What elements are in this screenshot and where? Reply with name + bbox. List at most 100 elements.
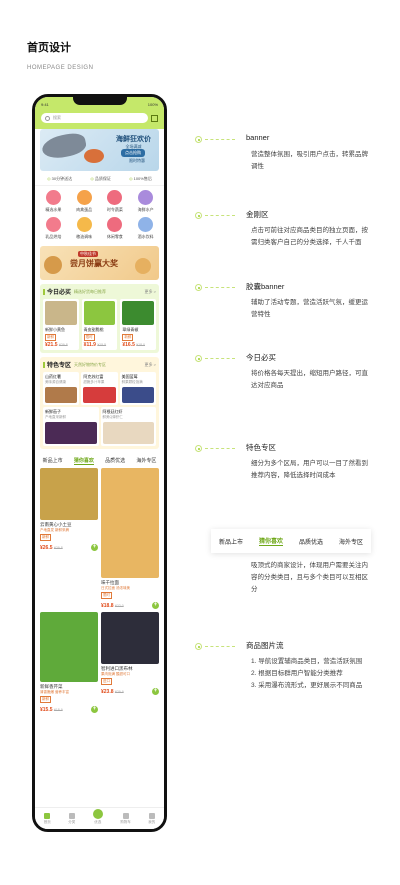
- add-to-cart-button[interactable]: +: [91, 706, 98, 713]
- daily-more-link[interactable]: 更多 >: [145, 289, 156, 295]
- goods-price: ¥18.8 ¥22.0 +: [101, 602, 159, 609]
- sticky-tab[interactable]: 品质优选: [299, 537, 323, 546]
- phone-notch: [73, 97, 127, 105]
- annotation-list-item: 1. 导航设置辅商品类目，营造活跃氛围: [251, 658, 363, 665]
- feature-cell-sub: 鲜果颗粒饱满: [121, 380, 143, 384]
- add-to-cart-button[interactable]: +: [91, 544, 98, 551]
- feature-cell[interactable]: 新鲜茄子 产地直采新鲜: [43, 407, 99, 446]
- goods-tab[interactable]: 猜你喜欢: [73, 457, 94, 465]
- sticky-tab-demo: 新品上市 猜你喜欢 品质优选 海外专区: [211, 529, 371, 553]
- product-name: 翠绿青椒: [122, 327, 139, 332]
- goods-tag: 限时: [101, 592, 112, 599]
- annotation-list: 1. 导航设置辅商品类目，营造活跃氛围 2. 根据目标群用户智能分类推荐 3. 采用…: [251, 656, 373, 692]
- sticky-tab[interactable]: 新品上市: [219, 537, 243, 546]
- add-to-cart-button[interactable]: +: [152, 602, 159, 609]
- goods-price-value: ¥15.5 ¥18.9: [40, 706, 63, 713]
- category-label: 时令蔬菜: [106, 207, 123, 212]
- feature-cell-image: [83, 387, 116, 403]
- category-icon: [45, 217, 61, 232]
- category-item[interactable]: 时令蔬菜: [100, 190, 131, 213]
- capsule-banner[interactable]: 中秋佳节 尝月饼赢大奖: [40, 246, 159, 280]
- category-icon: [107, 190, 123, 205]
- add-to-cart-button[interactable]: +: [152, 688, 159, 695]
- bottom-tabbar: 首页 分类 优选 购物车 我的: [35, 807, 164, 829]
- search-input[interactable]: 搜索: [41, 113, 148, 123]
- category-grid: 精选水果 肉禽蛋品 时令蔬菜 海鲜水产乳品烘焙 粮油调味 休闲零食 酒水饮料: [35, 186, 164, 242]
- feature-cell-image: [102, 422, 154, 444]
- tabbar-item[interactable]: 我的: [148, 812, 155, 825]
- goods-price: ¥26.5 ¥29.8 +: [40, 544, 98, 551]
- goods-price-value: ¥18.8 ¥22.0: [101, 602, 124, 609]
- scan-icon[interactable]: [151, 114, 158, 122]
- goods-card[interactable]: 味千拉面 日式拉面 汤浓味美 限时 ¥18.8 ¥22.0 +: [101, 468, 159, 609]
- status-time: 9:41: [41, 101, 49, 107]
- goods-price: ¥15.5 ¥18.9 +: [40, 706, 98, 713]
- tabbar-icon: [148, 812, 155, 819]
- goods-tag: 新鲜: [40, 696, 51, 703]
- banner-title: 海鲜狂欢价 全场满减: [116, 136, 151, 149]
- tabbar-item[interactable]: 分类: [68, 812, 76, 825]
- daily-title: 今日必买: [47, 290, 72, 296]
- status-battery: 100%: [147, 101, 158, 107]
- daily-product-card[interactable]: 翠绿青椒 新鲜 ¥16.5 ¥18.0: [120, 299, 157, 350]
- daily-product-card[interactable]: 新鲜小黄鱼 新鲜 ¥21.5 ¥29.8: [43, 299, 79, 350]
- feature-cell[interactable]: 阿克苏红富 甜脆多汁苹果: [81, 372, 118, 405]
- annotation-title: 特色专区: [246, 443, 276, 452]
- tabbar-label: 分类: [68, 819, 76, 824]
- goods-price-value: ¥23.8 ¥29.9: [101, 688, 124, 695]
- annotation-title: banner: [246, 133, 270, 142]
- main-banner[interactable]: 海鲜狂欢价 全场满减 点击抢购 限时特惠: [40, 129, 159, 171]
- feature-cell-sub: 产地直采新鲜: [45, 415, 66, 419]
- annotation-desc: 营造整体氛围，吸引用户点击，转累品牌调性: [251, 151, 368, 170]
- goods-tab[interactable]: 品质优选: [105, 457, 125, 465]
- product-old-price: ¥29.8: [58, 343, 68, 347]
- category-item[interactable]: 海鲜水产: [130, 190, 161, 213]
- feature-cell[interactable]: 美国蓝莓 鲜果颗粒饱满: [119, 372, 156, 405]
- category-item[interactable]: 肉禽蛋品: [69, 190, 100, 213]
- category-icon: [76, 217, 92, 232]
- mooncake-image: [44, 256, 62, 274]
- category-item[interactable]: 乳品烘焙: [38, 217, 69, 240]
- annotation-line: [205, 139, 235, 140]
- annotation-dot: [195, 212, 202, 219]
- feature-cell-sub: 美味源自健康: [45, 380, 66, 384]
- sticky-tab[interactable]: 海外专区: [339, 537, 363, 546]
- annotation-line: [205, 448, 235, 449]
- banner-button[interactable]: 点击抢购: [121, 149, 145, 157]
- feature-cell[interactable]: 山药红薯 美味源自健康: [43, 372, 80, 405]
- annotation-title: 金刚区: [246, 210, 269, 219]
- category-item[interactable]: 精选水果: [38, 190, 69, 213]
- promo-tag: 中秋佳节: [78, 251, 98, 257]
- goods-tab[interactable]: 新品上市: [43, 457, 63, 465]
- goods-price: ¥23.8 ¥29.9 +: [101, 688, 159, 695]
- category-item[interactable]: 粮油调味: [69, 217, 100, 240]
- goods-tab[interactable]: 海外专区: [136, 457, 156, 465]
- annotation-dot: [195, 643, 202, 650]
- goods-tabs: 新品上市 猜你喜欢 品质优选 海外专区: [35, 453, 164, 468]
- feature-cell[interactable]: 阿根廷红虾 鲜美Q弹虾仁: [100, 407, 156, 446]
- goods-card[interactable]: 智利进口黑布林 果肉饱满 酸甜可口 进口 ¥23.8 ¥29.9 +: [101, 612, 159, 713]
- goods-card[interactable]: 云南黄心小土豆 产地直发 新鲜采摘 新鲜 ¥26.5 ¥29.8 +: [40, 468, 98, 609]
- goods-card[interactable]: 新鲜香芹菜 清香脆嫩 营养丰富 新鲜 ¥15.5 ¥18.9 +: [40, 612, 98, 713]
- annotation-desc: 吸顶式的商家设计，体现用户需要关注内容的分类类目，且与多个类目可以互相区分: [251, 562, 368, 593]
- tabbar-label: 首页: [43, 819, 51, 824]
- category-item[interactable]: 酒水饮料: [130, 217, 161, 240]
- category-item[interactable]: 休闲零食: [100, 217, 131, 240]
- annotation-line: [205, 358, 235, 359]
- category-label: 乳品烘焙: [45, 234, 62, 239]
- tabbar-item[interactable]: 首页: [43, 812, 51, 825]
- tabbar-item[interactable]: 购物车: [120, 812, 131, 825]
- daily-product-card[interactable]: 青皮甜脆桃 限时 ¥11.9 ¥15.5: [81, 299, 118, 350]
- feature-subtitle: 天然好物特价专区: [74, 361, 107, 367]
- goods-desc: 日式拉面 汤浓味美: [101, 586, 130, 590]
- page-title: 首页设计: [27, 39, 71, 57]
- feature-section: 特色专区 天然好物特价专区 更多 > 山药红薯 美味源自健康 阿克苏红富 甜脆多汁苹果…: [40, 357, 159, 449]
- feature-more-link[interactable]: 更多 >: [145, 362, 156, 368]
- annotation-dot: [195, 445, 202, 452]
- tabbar-label: 购物车: [120, 819, 131, 824]
- goods-image: [40, 612, 98, 682]
- tabbar-item[interactable]: 优选: [92, 808, 103, 825]
- product-name: 青皮甜脆桃: [83, 327, 104, 332]
- goods-image: [40, 468, 98, 520]
- sticky-tab[interactable]: 猜你喜欢: [258, 536, 283, 546]
